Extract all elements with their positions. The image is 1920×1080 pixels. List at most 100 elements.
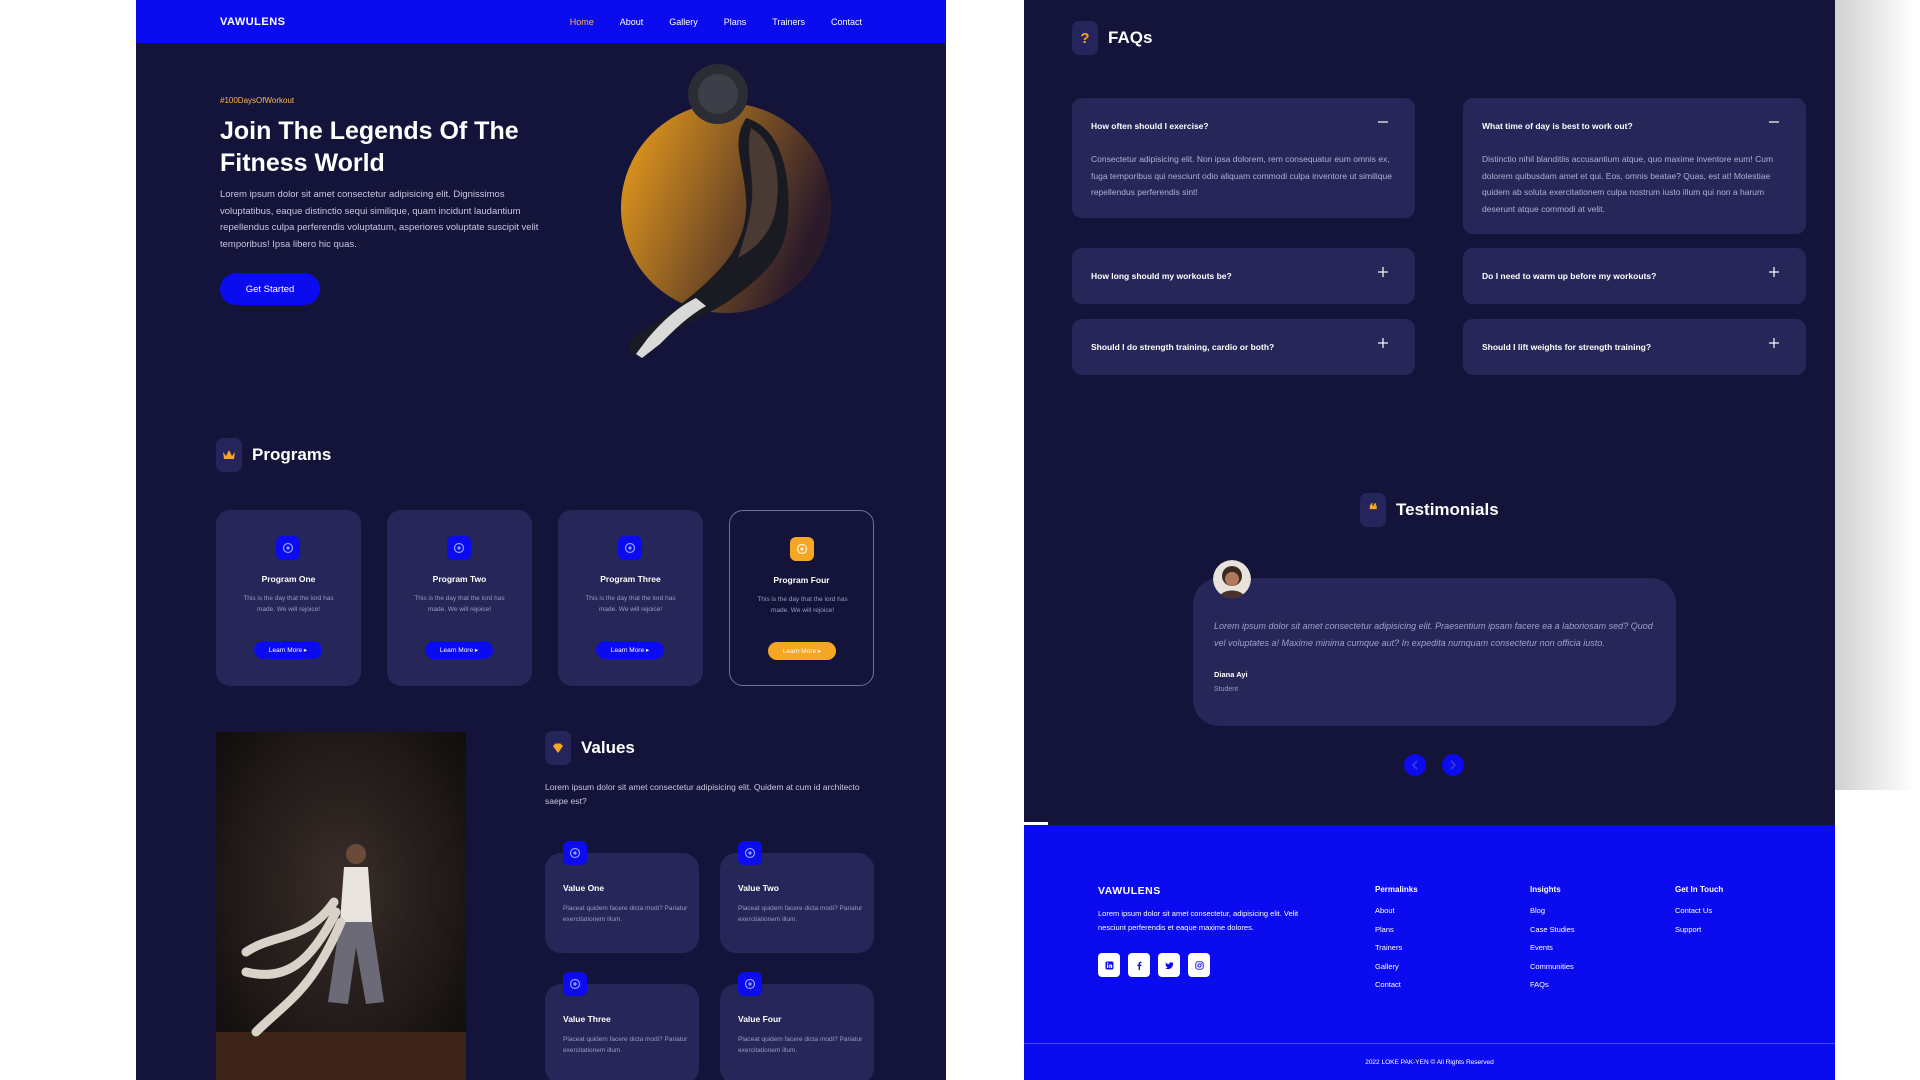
- landing-page-top: VAWULENS Home About Gallery Plans Traine…: [136, 0, 946, 1080]
- learn-more-button[interactable]: Learn More ▸: [254, 641, 322, 659]
- footer-link[interactable]: Trainers: [1375, 943, 1418, 952]
- footer-column-title: Insights: [1530, 885, 1561, 894]
- program-description: This is the day that the lord has made. …: [243, 595, 334, 613]
- minus-icon[interactable]: [1768, 116, 1780, 128]
- value-title: Value Four: [738, 1014, 782, 1024]
- minus-icon[interactable]: [1377, 116, 1389, 128]
- faq-item-5[interactable]: Should I do strength training, cardio or…: [1072, 319, 1415, 375]
- prev-slide-button[interactable]: [1404, 754, 1426, 776]
- program-title: Program Three: [600, 574, 661, 584]
- nav-link-trainers[interactable]: Trainers: [772, 17, 805, 27]
- footer-column-contact: Get In Touch Contact Us Support: [1675, 885, 1723, 943]
- footer-link[interactable]: Contact: [1375, 980, 1418, 989]
- value-description: Placeat quidem facere dicta modi? Pariat…: [738, 905, 863, 923]
- faq-question: Should I lift weights for strength train…: [1482, 342, 1652, 352]
- hero-athlete-image: [621, 64, 831, 358]
- crown-icon: [216, 438, 242, 472]
- footer-column-title: Permalinks: [1375, 885, 1418, 894]
- faqs-title: FAQs: [1108, 28, 1153, 47]
- faq-question: How often should I exercise?: [1091, 121, 1209, 131]
- footer-logo[interactable]: VAWULENS: [1098, 885, 1161, 897]
- footer-link[interactable]: Contact Us: [1675, 906, 1723, 915]
- diamond-icon: [545, 731, 571, 765]
- plus-icon[interactable]: [1768, 266, 1780, 278]
- programs-heading: Programs: [216, 438, 331, 472]
- program-title: Program Four: [773, 575, 830, 585]
- nav-link-gallery[interactable]: Gallery: [669, 17, 698, 27]
- twitter-icon[interactable]: [1158, 953, 1180, 977]
- landing-page-bottom: ? FAQs How often should I exercise? Cons…: [1024, 0, 1835, 1080]
- footer-link[interactable]: Gallery: [1375, 962, 1418, 971]
- facebook-icon[interactable]: [1128, 953, 1150, 977]
- footer-link[interactable]: Plans: [1375, 925, 1418, 934]
- value-icon: [738, 841, 762, 865]
- page-shadow: [1835, 0, 1915, 790]
- program-title: Program Two: [432, 574, 487, 584]
- footer-link[interactable]: Blog: [1530, 906, 1575, 915]
- nav-links: Home About Gallery Plans Trainers Contac…: [570, 17, 862, 27]
- instagram-icon[interactable]: [1188, 953, 1210, 977]
- learn-more-button[interactable]: Learn More ▸: [425, 641, 493, 659]
- program-icon: [790, 537, 814, 561]
- faq-item-6[interactable]: Should I lift weights for strength train…: [1463, 319, 1806, 375]
- linkedin-icon[interactable]: [1098, 953, 1120, 977]
- logo[interactable]: VAWULENS: [220, 16, 286, 28]
- testimonials-heading: ❝ Testimonials: [1360, 493, 1499, 527]
- value-card-2: Value Two Placeat quidem facere dicta mo…: [720, 841, 874, 953]
- testimonial-card: Lorem ipsum dolor sit amet consectetur a…: [1193, 578, 1676, 726]
- faq-question: Should I do strength training, cardio or…: [1091, 342, 1275, 352]
- footer-link[interactable]: Events: [1530, 943, 1575, 952]
- value-icon: [738, 972, 762, 996]
- faq-item-3[interactable]: How long should my workouts be?: [1072, 248, 1415, 304]
- learn-more-button[interactable]: Learn More ▸: [768, 642, 836, 660]
- values-title: Values: [581, 738, 635, 757]
- value-card-3: Value Three Placeat quidem facere dicta …: [545, 972, 699, 1080]
- hero-title: Join The Legends Of The Fitness World: [220, 117, 519, 177]
- faq-answer: Distinctio nihil blanditiis accusantium …: [1482, 154, 1774, 214]
- plus-icon[interactable]: [1377, 337, 1389, 349]
- nav-link-plans[interactable]: Plans: [724, 17, 747, 27]
- value-card-1: Value One Placeat quidem facere dicta mo…: [545, 841, 699, 953]
- next-slide-button[interactable]: [1442, 754, 1464, 776]
- testimonial-role: Student: [1214, 686, 1239, 693]
- footer-column-permalinks: Permalinks About Plans Trainers Gallery …: [1375, 885, 1418, 999]
- value-description: Placeat quidem facere dicta modi? Pariat…: [563, 1036, 688, 1054]
- value-description: Placeat quidem facere dicta modi? Pariat…: [563, 905, 688, 923]
- nav-link-contact[interactable]: Contact: [831, 17, 862, 27]
- faq-question: How long should my workouts be?: [1091, 271, 1232, 281]
- nav-link-about[interactable]: About: [620, 17, 644, 27]
- hero-hashtag: #100DaysOfWorkout: [220, 96, 295, 105]
- program-card-3: Program Three This is the day that the l…: [558, 510, 703, 686]
- nav-link-home[interactable]: Home: [570, 17, 594, 27]
- program-description: This is the day that the lord has made. …: [585, 595, 676, 613]
- testimonial-quote: Lorem ipsum dolor sit amet consectetur a…: [1214, 621, 1653, 648]
- faq-item-1[interactable]: How often should I exercise? Consectetur…: [1072, 98, 1415, 218]
- footer-link[interactable]: Case Studies: [1530, 925, 1575, 934]
- faq-item-4[interactable]: Do I need to warm up before my workouts?: [1463, 248, 1806, 304]
- faq-item-2[interactable]: What time of day is best to work out? Di…: [1463, 98, 1806, 234]
- faq-answer: Consectetur adipisicing elit. Non ipsa d…: [1091, 154, 1392, 197]
- faq-question: What time of day is best to work out?: [1482, 121, 1633, 131]
- chevron-left-icon: [1411, 760, 1418, 770]
- value-icon: [563, 972, 587, 996]
- get-started-button[interactable]: Get Started: [220, 273, 320, 305]
- avatar: [1213, 560, 1251, 598]
- quote-icon: ❝: [1360, 493, 1386, 527]
- footer-link[interactable]: Communities: [1530, 962, 1575, 971]
- value-title: Value One: [563, 883, 605, 893]
- program-icon: [276, 536, 300, 560]
- chevron-right-icon: [1450, 760, 1457, 770]
- learn-more-button[interactable]: Learn More ▸: [596, 641, 664, 659]
- footer-link[interactable]: About: [1375, 906, 1418, 915]
- program-title: Program One: [261, 574, 316, 584]
- footer-link[interactable]: Support: [1675, 925, 1723, 934]
- program-card-4: Program Four This is the day that the lo…: [729, 510, 874, 686]
- programs-title: Programs: [252, 445, 332, 464]
- program-description: This is the day that the lord has made. …: [414, 595, 505, 613]
- footer-link[interactable]: FAQs: [1530, 980, 1575, 989]
- value-card-4: Value Four Placeat quidem facere dicta m…: [720, 972, 874, 1080]
- value-description: Placeat quidem facere dicta modi? Pariat…: [738, 1036, 863, 1054]
- plus-icon[interactable]: [1377, 266, 1389, 278]
- plus-icon[interactable]: [1768, 337, 1780, 349]
- copyright: 2022 LOKE PAK-YEN © All Rights Reserved: [1365, 1059, 1494, 1066]
